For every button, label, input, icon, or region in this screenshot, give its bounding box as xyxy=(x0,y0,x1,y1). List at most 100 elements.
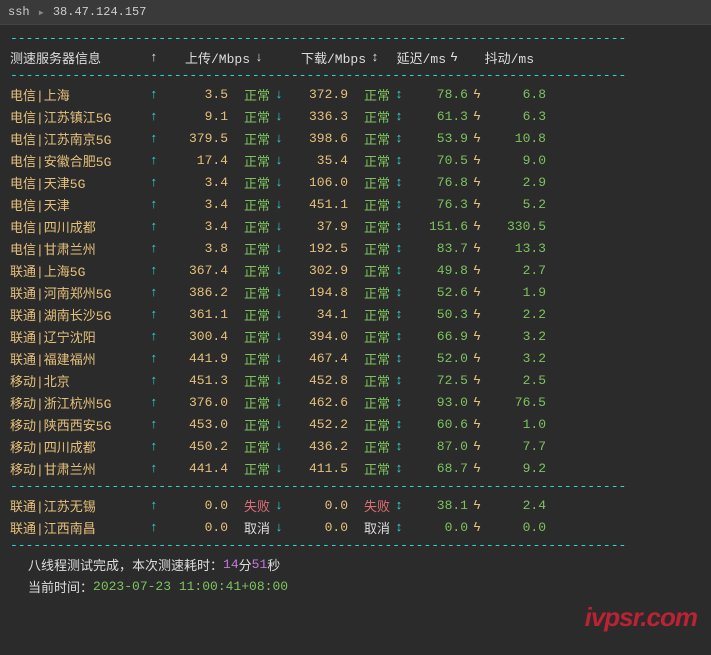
upload-value: 451.3 xyxy=(170,373,228,388)
download-status: 正常 xyxy=(348,239,390,258)
upload-value: 453.0 xyxy=(170,417,228,432)
upload-status: 正常 xyxy=(228,85,270,104)
bolt-icon: ϟ xyxy=(468,87,486,102)
download-value: 452.2 xyxy=(288,417,348,432)
download-status: 正常 xyxy=(348,283,390,302)
header-download: 下载/Mbps xyxy=(268,48,366,67)
jitter-value: 5.2 xyxy=(486,197,546,212)
down-arrow-icon: ↓ xyxy=(270,241,288,256)
footer-minutes: 14 xyxy=(223,557,239,572)
latency-value: 83.7 xyxy=(408,241,468,256)
jitter-value: 7.7 xyxy=(486,439,546,454)
updown-arrow-icon: ↕ xyxy=(390,241,408,256)
up-arrow-icon: ↑ xyxy=(150,329,170,344)
upload-value: 367.4 xyxy=(170,263,228,278)
up-arrow-icon: ↑ xyxy=(150,285,170,300)
updown-arrow-icon: ↕ xyxy=(390,520,408,535)
updown-arrow-icon: ↕ xyxy=(390,307,408,322)
upload-status: 正常 xyxy=(228,459,270,478)
up-arrow-icon: ↑ xyxy=(150,373,170,388)
upload-value: 441.4 xyxy=(170,461,228,476)
table-row: 电信|江苏镇江5G↑9.1正常↓336.3正常↕61.3ϟ6.3 xyxy=(10,105,701,127)
bolt-icon: ϟ xyxy=(468,307,486,322)
updown-arrow-icon: ↕ xyxy=(390,153,408,168)
updown-arrow-icon: ↕ xyxy=(390,87,408,102)
upload-status: 正常 xyxy=(228,305,270,324)
download-status: 正常 xyxy=(348,305,390,324)
updown-arrow-icon: ↕ xyxy=(390,131,408,146)
jitter-value: 0.0 xyxy=(486,520,546,535)
upload-value: 0.0 xyxy=(170,520,228,535)
latency-value: 0.0 xyxy=(408,520,468,535)
updown-arrow-icon: ↕ xyxy=(390,461,408,476)
bolt-icon: ϟ xyxy=(468,153,486,168)
upload-status: 正常 xyxy=(228,195,270,214)
latency-value: 78.6 xyxy=(408,87,468,102)
footer-seconds: 51 xyxy=(252,557,268,572)
download-value: 0.0 xyxy=(288,498,348,513)
jitter-value: 6.8 xyxy=(486,87,546,102)
download-status: 取消 xyxy=(348,518,390,537)
download-status: 正常 xyxy=(348,85,390,104)
down-arrow-icon: ↓ xyxy=(270,329,288,344)
latency-value: 50.3 xyxy=(408,307,468,322)
up-arrow-icon: ↑ xyxy=(150,197,170,212)
down-arrow-icon: ↓ xyxy=(270,263,288,278)
footer-summary-label: 八线程测试完成，本次测速耗时： xyxy=(28,555,223,574)
server-name: 电信|上海 xyxy=(10,85,150,104)
server-name: 移动|北京 xyxy=(10,371,150,390)
upload-status: 正常 xyxy=(228,283,270,302)
bolt-icon: ϟ xyxy=(468,417,486,432)
server-name: 移动|四川成都 xyxy=(10,437,150,456)
jitter-value: 3.2 xyxy=(486,329,546,344)
footer-sec-suffix: 秒 xyxy=(267,555,280,574)
latency-value: 72.5 xyxy=(408,373,468,388)
watermark: ivpsr.com xyxy=(585,602,697,633)
bolt-icon: ϟ xyxy=(468,109,486,124)
header-latency: 延迟/ms xyxy=(384,48,446,67)
download-status: 正常 xyxy=(348,151,390,170)
upload-status: 正常 xyxy=(228,173,270,192)
server-name: 电信|四川成都 xyxy=(10,217,150,236)
download-value: 192.5 xyxy=(288,241,348,256)
latency-value: 76.3 xyxy=(408,197,468,212)
server-name: 电信|天津 xyxy=(10,195,150,214)
download-status: 正常 xyxy=(348,173,390,192)
download-value: 394.0 xyxy=(288,329,348,344)
updown-arrow-icon: ↕ xyxy=(390,285,408,300)
jitter-value: 3.2 xyxy=(486,351,546,366)
upload-status: 正常 xyxy=(228,415,270,434)
server-name: 联通|湖南长沙5G xyxy=(10,305,150,324)
download-value: 462.6 xyxy=(288,395,348,410)
upload-value: 376.0 xyxy=(170,395,228,410)
download-value: 0.0 xyxy=(288,520,348,535)
download-status: 正常 xyxy=(348,371,390,390)
latency-value: 70.5 xyxy=(408,153,468,168)
latency-value: 52.0 xyxy=(408,351,468,366)
server-name: 电信|安徽合肥5G xyxy=(10,151,150,170)
table-row: 联通|福建福州↑441.9正常↓467.4正常↕52.0ϟ3.2 xyxy=(10,347,701,369)
bolt-icon: ϟ xyxy=(468,219,486,234)
upload-status: 正常 xyxy=(228,349,270,368)
bolt-icon: ϟ xyxy=(468,439,486,454)
server-name: 联通|福建福州 xyxy=(10,349,150,368)
bolt-icon: ϟ xyxy=(468,395,486,410)
up-arrow-icon: ↑ xyxy=(150,219,170,234)
jitter-value: 2.5 xyxy=(486,373,546,388)
bolt-icon: ϟ xyxy=(468,351,486,366)
server-name: 联通|江苏无锡 xyxy=(10,496,150,515)
jitter-value: 13.3 xyxy=(486,241,546,256)
download-status: 正常 xyxy=(348,437,390,456)
footer-time-label: 当前时间： xyxy=(28,577,93,596)
table-row: 联通|河南郑州5G↑386.2正常↓194.8正常↕52.6ϟ1.9 xyxy=(10,281,701,303)
download-value: 451.1 xyxy=(288,197,348,212)
table-row: 移动|四川成都↑450.2正常↓436.2正常↕87.0ϟ7.7 xyxy=(10,435,701,457)
download-value: 302.9 xyxy=(288,263,348,278)
down-arrow-icon: ↓ xyxy=(270,373,288,388)
download-value: 35.4 xyxy=(288,153,348,168)
upload-value: 9.1 xyxy=(170,109,228,124)
download-status: 正常 xyxy=(348,459,390,478)
server-name: 联通|辽宁沈阳 xyxy=(10,327,150,346)
terminal-titlebar: ssh ▸ 38.47.124.157 xyxy=(0,0,711,25)
up-arrow-icon: ↑ xyxy=(150,87,170,102)
